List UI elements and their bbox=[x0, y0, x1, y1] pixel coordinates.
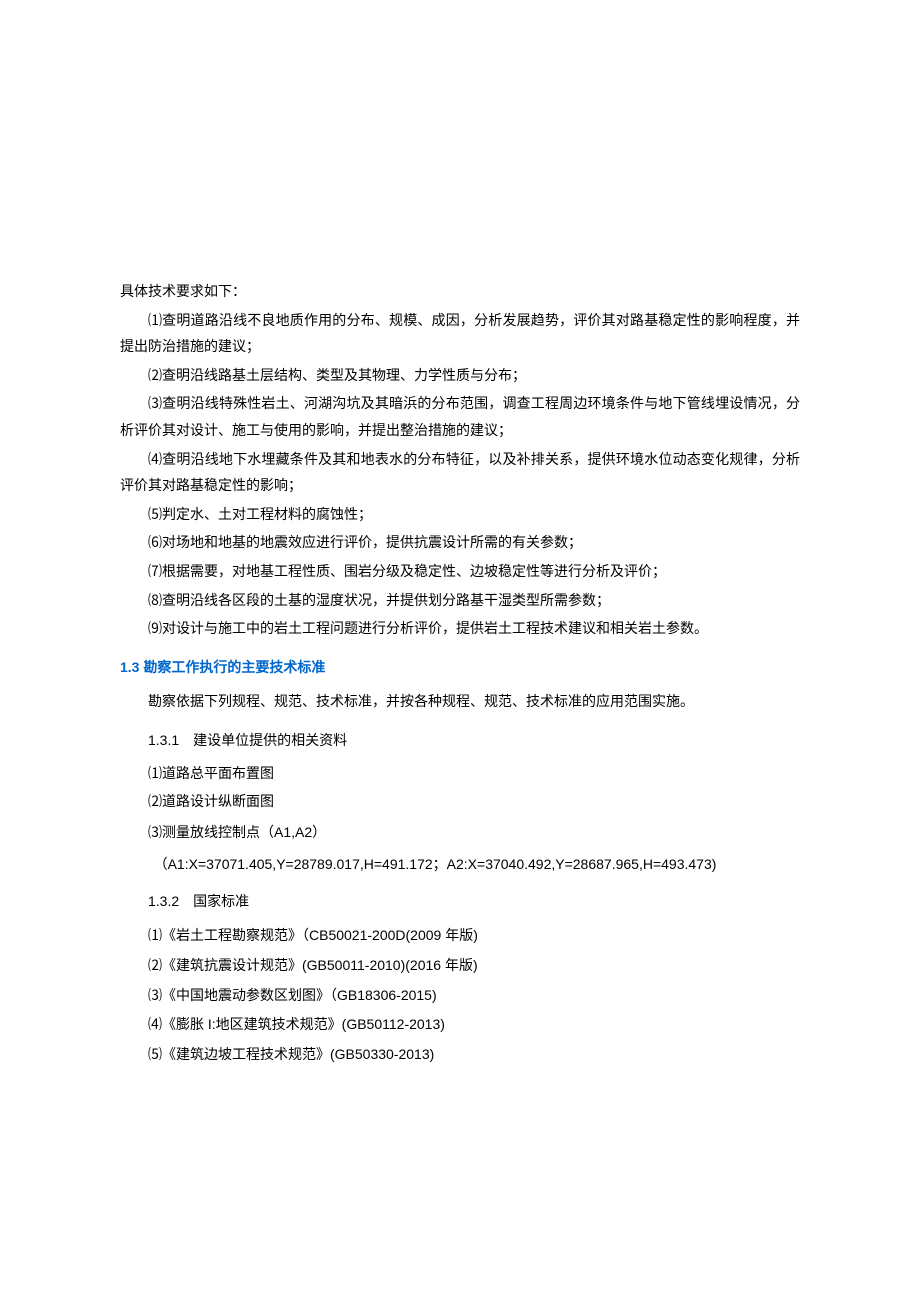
requirement-3: ⑶查明沿线特殊性岩土、河湖沟坑及其暗浜的分布范围，调查工程周边环境条件与地下管线… bbox=[120, 392, 800, 445]
material-item-3: ⑶测量放线控制点（A1,A2） bbox=[120, 819, 800, 846]
requirement-6: ⑹对场地和地基的地震效应进行评价，提供抗震设计所需的有关参数； bbox=[120, 531, 800, 558]
requirement-7: ⑺根据需要，对地基工程性质、围岩分级及稳定性、边坡稳定性等进行分析及评价； bbox=[120, 560, 800, 587]
standard-item-3: ⑶《中国地震动参数区划图》（GB18306-2015) bbox=[120, 982, 800, 1009]
section-1-3-intro: 勘察依据下列规程、规范、技术标准，并按各种规程、规范、技术标准的应用范围实施。 bbox=[120, 690, 800, 717]
standard-item-2: ⑵《建筑抗震设计规范》(GB50011-2010)(2016 年版) bbox=[120, 952, 800, 979]
section-1-3-title: 1.3 勘察工作执行的主要技术标准 bbox=[120, 654, 800, 681]
requirement-5: ⑸判定水、土对工程材料的腐蚀性； bbox=[120, 503, 800, 530]
subsection-1-3-2-title: 1.3.2 国家标准 bbox=[120, 888, 800, 915]
standard-item-5: ⑸《建筑边坡工程技术规范》(GB50330-2013) bbox=[120, 1041, 800, 1068]
standard-item-1: ⑴《岩土工程勘察规范》（CB50021-200D(2009 年版) bbox=[120, 922, 800, 949]
material-item-2: ⑵道路设计纵断面图 bbox=[120, 790, 800, 817]
requirement-4: ⑷查明沿线地下水埋藏条件及其和地表水的分布特征，以及补排关系，提供环境水位动态变… bbox=[120, 448, 800, 501]
intro-line: 具体技术要求如下： bbox=[120, 280, 800, 307]
document-body: 具体技术要求如下： ⑴查明道路沿线不良地质作用的分布、规模、成因，分析发展趋势，… bbox=[120, 280, 800, 1067]
subsection-1-3-1-title: 1.3.1 建设单位提供的相关资料 bbox=[120, 727, 800, 754]
requirement-1: ⑴查明道路沿线不良地质作用的分布、规模、成因，分析发展趋势，评价其对路基稳定性的… bbox=[120, 309, 800, 362]
requirement-2: ⑵查明沿线路基土层结构、类型及其物理、力学性质与分布； bbox=[120, 364, 800, 391]
standard-item-4: ⑷《膨胀 I:地区建筑技术规范》(GB50112-2013) bbox=[120, 1011, 800, 1038]
requirement-8: ⑻查明沿线各区段的土基的湿度状况，并提供划分路基干湿类型所需参数； bbox=[120, 589, 800, 616]
requirement-9: ⑼对设计与施工中的岩土工程问题进行分析评价，提供岩土工程技术建议和相关岩土参数。 bbox=[120, 617, 800, 644]
material-item-1: ⑴道路总平面布置图 bbox=[120, 762, 800, 789]
coordinate-line: （A1:X=37071.405,Y=28789.017,H=491.172；A2… bbox=[120, 851, 800, 878]
